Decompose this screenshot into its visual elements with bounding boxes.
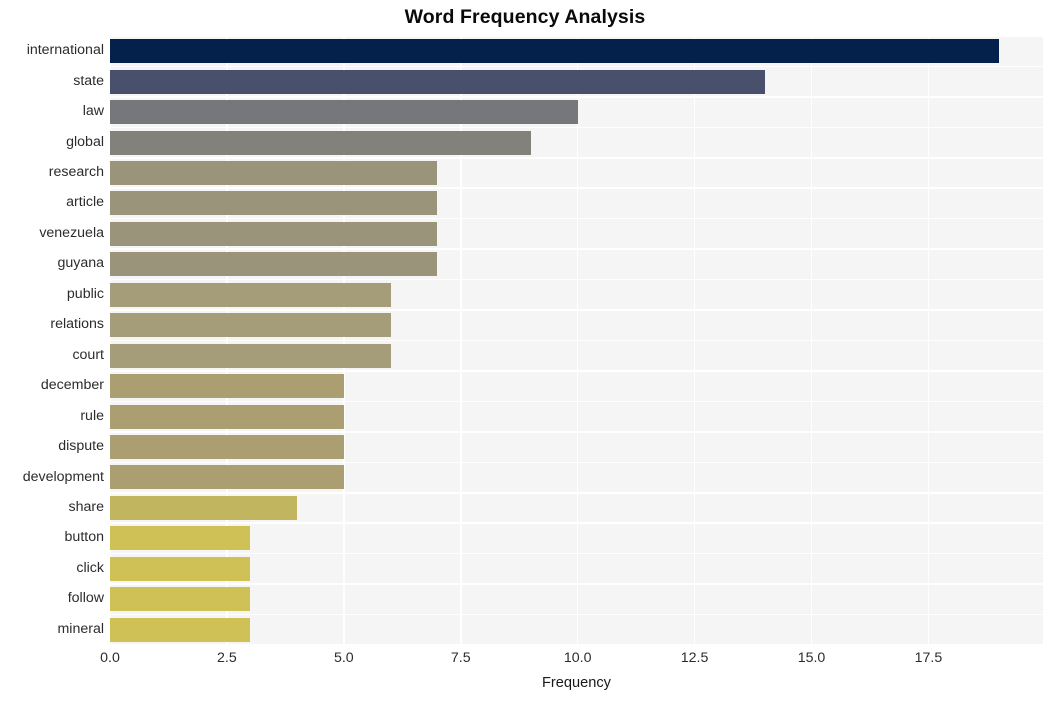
y-tick-international: international [26,42,104,59]
bar-law [110,100,578,125]
bar-follow [110,587,251,612]
chart-title: Word Frequency Analysis [404,6,646,28]
x-tick-2.5: 2.5 [217,650,237,666]
bar-court [110,343,391,368]
bar-row [110,249,1043,279]
bar-button [110,526,251,551]
y-tick-state: state [73,72,104,89]
y-tick-article: article [66,194,104,211]
y-tick-follow: follow [67,590,104,607]
bar-row [110,36,1043,66]
y-axis-tick-labels: international state law global research artic… [0,36,104,645]
bar-mineral [110,617,251,642]
y-tick-research: research [48,164,104,181]
y-tick-click: click [76,559,104,576]
x-tick-0.0: 0.0 [100,650,120,666]
y-tick-share: share [68,498,105,515]
plot-area [110,36,1043,645]
y-tick-law: law [82,103,104,120]
bar-row [110,432,1043,462]
bar-row [110,401,1043,431]
x-tick-7.5: 7.5 [450,650,471,666]
bar-row [110,462,1043,492]
bar-global [110,130,531,155]
y-tick-venezuela: venezuela [39,224,104,241]
bar-dispute [110,435,344,460]
bar-row [110,523,1043,553]
x-tick-17.5: 17.5 [914,650,943,666]
x-tick-10.0: 10.0 [563,650,592,666]
bar-guyana [110,252,438,277]
x-tick-15.0: 15.0 [797,650,826,666]
y-tick-relations: relations [50,316,104,333]
bar-rule [110,404,344,429]
bar-article [110,191,438,216]
bar-row [110,371,1043,401]
bar-row [110,188,1043,218]
x-axis-tick-labels: 0.0 2.5 5.0 7.5 10.0 12.5 15.0 17.5 [0,650,1050,674]
bar-public [110,282,391,307]
bar-row [110,584,1043,614]
y-tick-court: court [72,346,104,363]
bar-row [110,158,1043,188]
bar-venezuela [110,221,438,246]
bar-row [110,615,1043,645]
chart-figure: Word Frequency Analysis international sta… [0,0,1050,701]
bar-row [110,66,1043,96]
bar-state [110,69,765,94]
bar-relations [110,313,391,338]
bar-december [110,374,344,399]
y-tick-guyana: guyana [57,255,104,272]
y-tick-public: public [66,285,104,302]
x-tick-12.5: 12.5 [680,650,709,666]
bar-development [110,465,344,490]
bar-share [110,495,298,520]
bar-row [110,280,1043,310]
bar-research [110,160,438,185]
bar-row [110,219,1043,249]
y-tick-global: global [66,133,104,150]
y-tick-development: development [22,468,104,485]
bar-international [110,39,999,64]
y-tick-dispute: dispute [58,438,104,455]
x-axis-label: Frequency [542,675,611,691]
bar-row [110,97,1043,127]
y-tick-december: december [40,377,104,394]
x-tick-5.0: 5.0 [333,650,354,666]
bar-row [110,554,1043,584]
bar-row [110,310,1043,340]
y-tick-rule: rule [80,407,104,424]
bar-click [110,556,251,581]
y-tick-button: button [64,529,104,546]
y-tick-mineral: mineral [57,620,104,637]
bar-row [110,127,1043,157]
bar-row [110,493,1043,523]
bar-row [110,341,1043,371]
